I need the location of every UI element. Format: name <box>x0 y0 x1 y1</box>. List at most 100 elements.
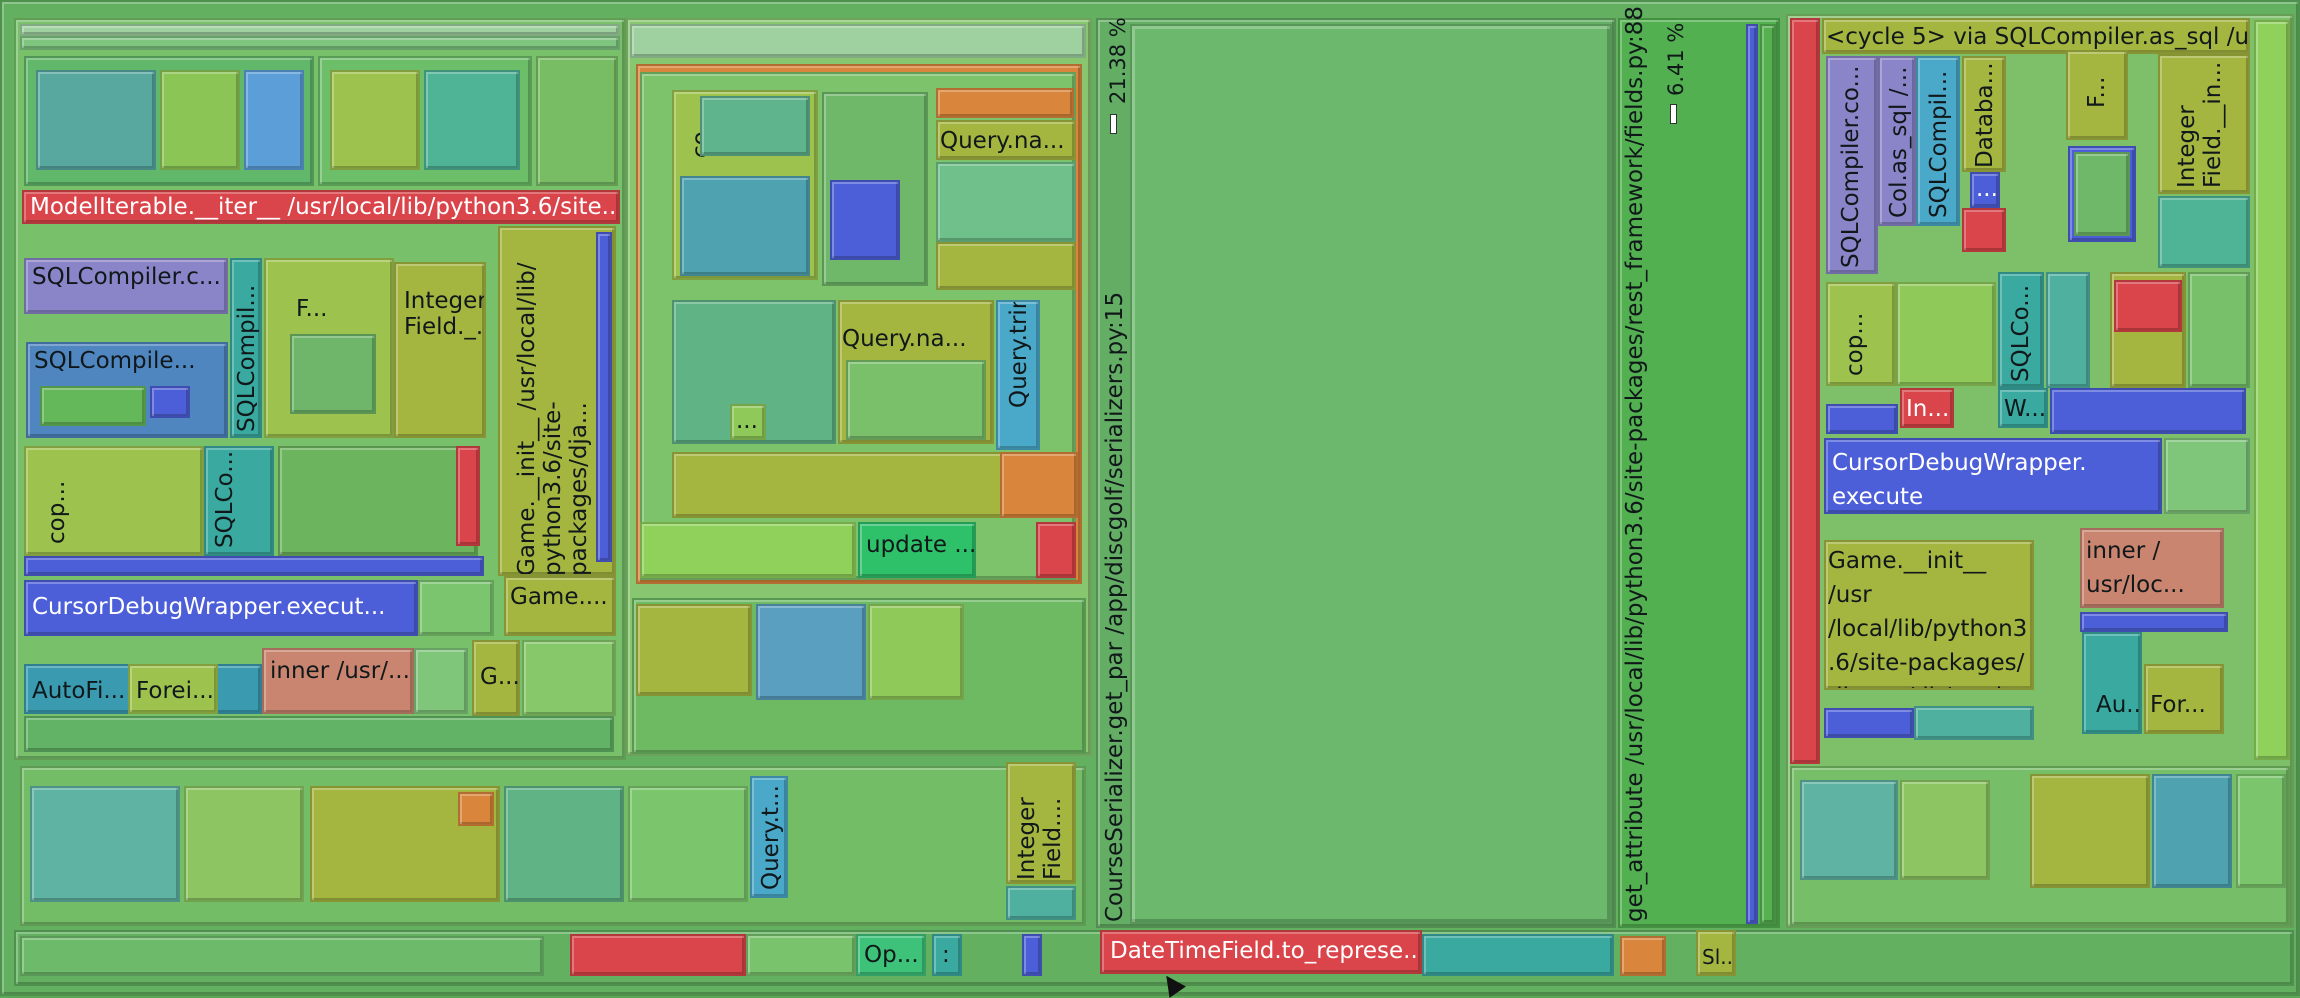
top-strip[interactable] <box>20 24 620 36</box>
bottom-bar-left[interactable] <box>20 936 544 976</box>
forei-frame[interactable]: Forei... <box>128 664 218 714</box>
blue-cell[interactable] <box>1022 934 1042 976</box>
integer-field-v-frame[interactable]: Integer Field.... <box>1006 762 1076 884</box>
model-iterable-frame[interactable]: ModelIterable.__iter__ /usr/local/lib/py… <box>22 190 620 224</box>
cursor-debug-frame[interactable]: CursorDebugWrapper. execute /usr/local/l… <box>1824 438 2162 514</box>
inner-frame[interactable]: inner /usr/... <box>262 648 414 714</box>
colon-frame[interactable]: : <box>932 934 962 976</box>
orange-cell[interactable] <box>458 792 494 826</box>
nested-block[interactable] <box>868 604 964 700</box>
nested-block[interactable] <box>756 604 866 700</box>
edge-strip[interactable] <box>2254 20 2290 760</box>
nested-block[interactable] <box>290 334 376 414</box>
inner-frame[interactable]: inner / usr/loc... <box>2080 528 2224 608</box>
nested-block[interactable] <box>2236 774 2286 888</box>
nested-block[interactable] <box>1000 452 1078 518</box>
g-frame[interactable]: G... <box>472 640 520 716</box>
game-dots-frame[interactable]: Game.... <box>504 576 616 636</box>
sl-frame[interactable]: Sl... <box>1696 930 1736 976</box>
col-as-sql-frame[interactable]: Col.as_sql /... <box>1878 56 1916 226</box>
sqlco-frame[interactable]: SQLCo... <box>204 446 274 556</box>
au-frame[interactable]: Au... <box>2082 632 2142 734</box>
nested-block[interactable] <box>1962 208 2006 252</box>
nested-block[interactable] <box>628 786 748 902</box>
right-red-strip[interactable] <box>1790 18 1820 764</box>
nested-block[interactable] <box>746 934 856 976</box>
databa-frame[interactable]: Databa... <box>1962 56 2006 172</box>
nested-block[interactable] <box>700 96 810 156</box>
blue-sub[interactable] <box>150 386 190 418</box>
color-strip[interactable] <box>1826 404 1898 434</box>
update-frame[interactable]: update ... <box>858 522 976 578</box>
in-frame[interactable]: In... <box>1900 388 1954 428</box>
color-strip[interactable] <box>2050 388 2246 434</box>
bottom-strip[interactable] <box>24 716 614 752</box>
f-frame[interactable]: F... <box>2066 50 2128 140</box>
nested-block[interactable] <box>278 446 478 556</box>
nested-block[interactable] <box>160 70 240 170</box>
sqlcompil-frame[interactable]: SQLCompil... <box>1916 56 1960 226</box>
game-init-frame[interactable]: Game.__init__ /usr /local/lib/python3 .6… <box>1824 540 2034 690</box>
nested-block[interactable] <box>536 56 618 186</box>
nested-block[interactable] <box>522 640 616 716</box>
nested-block[interactable] <box>424 70 520 170</box>
nested-block[interactable] <box>2046 272 2090 388</box>
nested-block[interactable] <box>504 786 624 902</box>
blue-strip[interactable] <box>1824 708 1914 738</box>
nested-block[interactable] <box>936 242 1076 290</box>
nested-block[interactable] <box>640 522 856 578</box>
query-t-frame[interactable]: Query.t... <box>750 776 788 898</box>
nested-block[interactable] <box>184 786 304 902</box>
nested-block[interactable] <box>830 180 900 260</box>
sqlco-frame[interactable]: SQLCo... <box>1998 272 2044 388</box>
w-frame[interactable]: W... <box>1998 388 2048 428</box>
op-frame[interactable]: Op... <box>856 934 926 976</box>
cop-frame[interactable]: cop... <box>24 446 204 556</box>
color-strip[interactable] <box>24 556 484 576</box>
integer-field-frame[interactable]: Integer Field._... <box>394 262 486 438</box>
bottom-red-block[interactable] <box>570 934 746 976</box>
center-pane-inner[interactable] <box>1130 24 1612 924</box>
nested-block[interactable] <box>2188 272 2250 388</box>
orange-cell[interactable] <box>936 88 1074 118</box>
blue-strip[interactable] <box>2080 612 2228 632</box>
red-sub[interactable] <box>456 446 480 546</box>
nested-block[interactable] <box>636 604 752 696</box>
for-frame[interactable]: For... <box>2144 664 2224 734</box>
nested-block[interactable] <box>846 360 986 440</box>
sqlcompiler-co-frame[interactable]: SQLCompiler.co... <box>1826 56 1878 274</box>
nested-block[interactable] <box>2074 152 2130 236</box>
nested-block[interactable] <box>680 176 810 276</box>
nested-block[interactable] <box>1800 780 1898 880</box>
cycle-frame[interactable]: <cycle 5> via SQLCompiler.as_sql /u... <box>1822 18 2250 54</box>
orange-cell[interactable] <box>1620 936 1666 976</box>
nested-block[interactable] <box>244 70 304 170</box>
nested-block[interactable] <box>1896 282 1996 386</box>
nested-block[interactable] <box>1900 780 1990 880</box>
nested-block[interactable] <box>2152 774 2232 888</box>
nested-block[interactable] <box>414 648 468 714</box>
query-trim-frame[interactable]: Query.trim... <box>996 300 1040 450</box>
nested-block[interactable] <box>36 70 156 170</box>
teal-cell[interactable] <box>1006 886 1076 920</box>
green-strip[interactable] <box>1760 24 1776 924</box>
sqlcompil-v-frame[interactable]: SQLCompil... <box>230 258 262 438</box>
nested-block[interactable] <box>30 786 180 902</box>
teal-cell[interactable] <box>1422 934 1614 976</box>
nested-block[interactable] <box>1914 706 2034 740</box>
nested-block[interactable] <box>2158 196 2250 268</box>
ellipsis-frame[interactable]: ... <box>1970 172 2000 208</box>
top-strip[interactable] <box>20 36 620 50</box>
cursor-debug-frame[interactable]: CursorDebugWrapper.execut... <box>24 580 418 636</box>
blue-strip[interactable] <box>1746 24 1758 924</box>
nested-block[interactable] <box>2114 280 2182 332</box>
top-strip[interactable] <box>630 24 1086 58</box>
nested-block[interactable] <box>936 162 1076 242</box>
nested-block[interactable] <box>330 70 420 170</box>
nested-block[interactable] <box>418 580 494 636</box>
nested-block[interactable] <box>2030 774 2150 888</box>
ellipsis-frame[interactable]: ... <box>730 404 766 440</box>
blue-strip[interactable] <box>596 232 612 562</box>
query-na-1-frame[interactable]: Query.na... <box>936 120 1076 160</box>
cop-frame[interactable]: cop... <box>1826 282 1896 386</box>
